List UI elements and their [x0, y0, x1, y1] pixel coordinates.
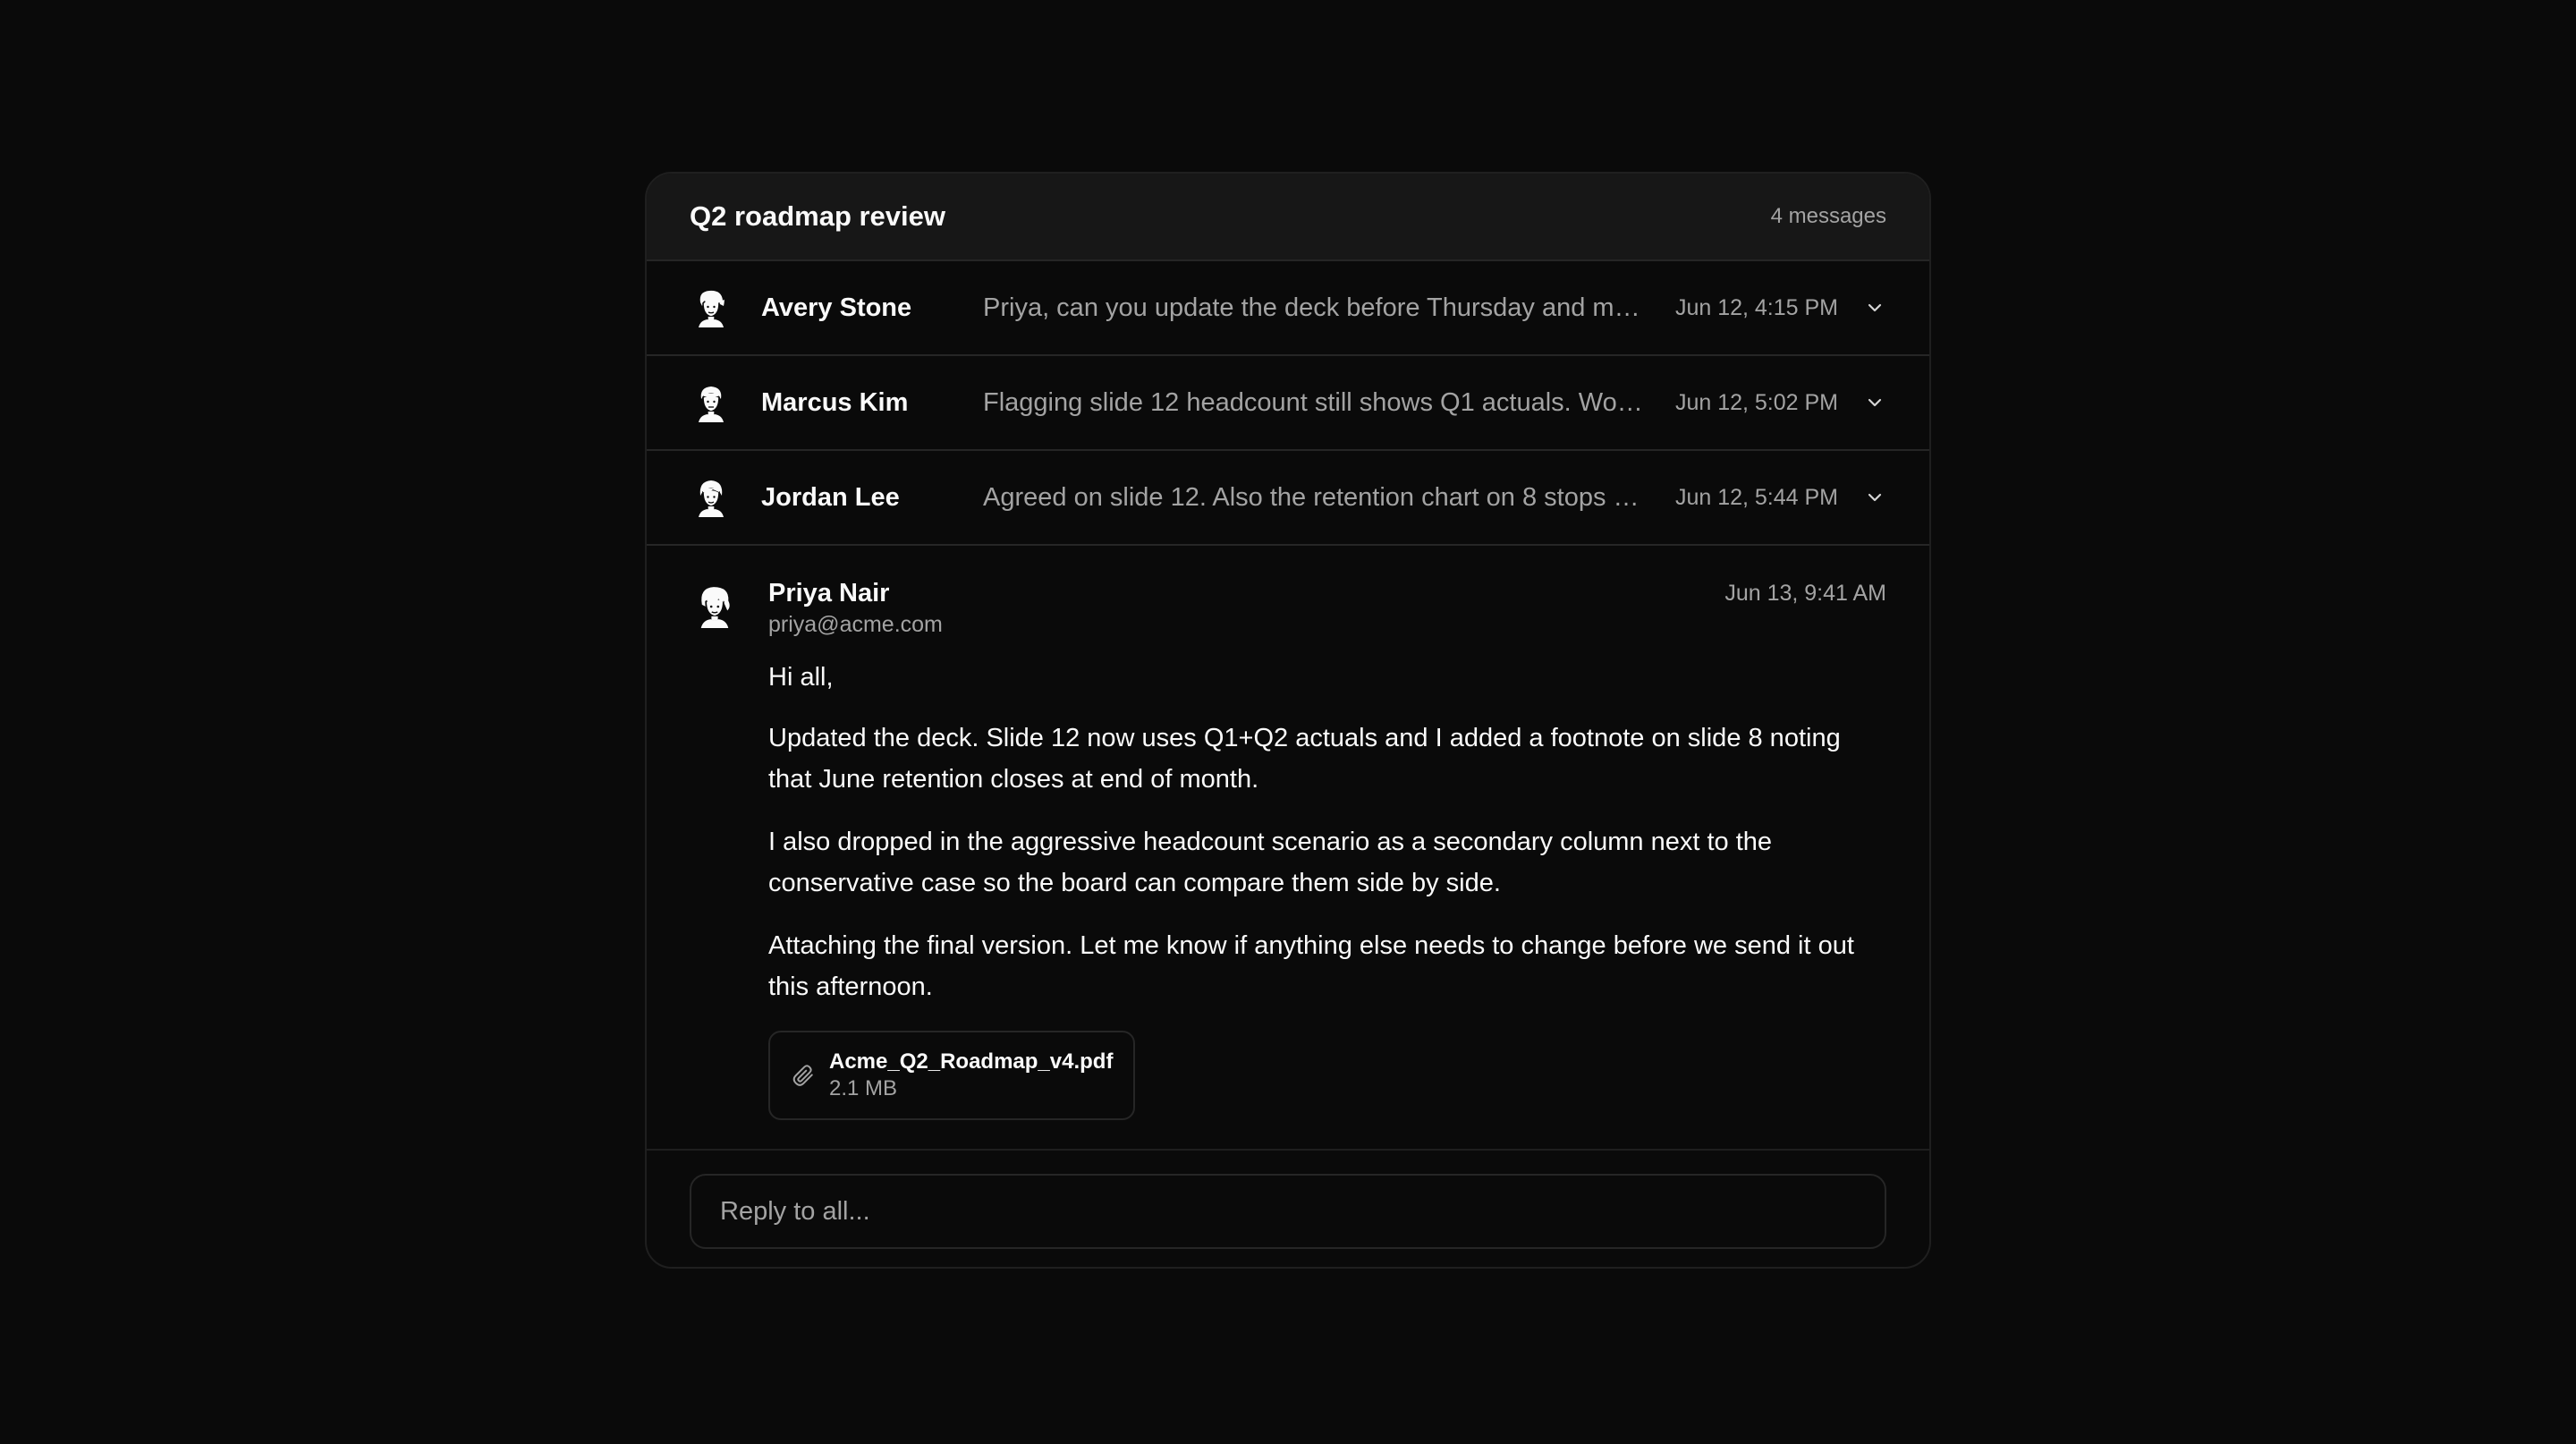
sender-name: Priya Nair: [768, 579, 890, 607]
attachment-card[interactable]: Acme_Q2_Roadmap_v4.pdf 2.1 MB: [768, 1031, 1135, 1120]
body-paragraph: I also dropped in the aggressive headcou…: [768, 828, 1773, 897]
attachment-info: Acme_Q2_Roadmap_v4.pdf 2.1 MB: [829, 1049, 1113, 1102]
message-timestamp: Jun 12, 5:02 PM: [1674, 389, 1838, 415]
avatar: [690, 476, 733, 519]
attachment-name: Acme_Q2_Roadmap_v4.pdf: [829, 1049, 1114, 1074]
message-snippet: Flagging slide 12 headcount still shows …: [983, 387, 1652, 417]
message-snippet: Priya, can you update the deck before Th…: [983, 293, 1652, 322]
sender-name: Marcus Kim: [761, 387, 909, 417]
email-thread: Q2 roadmap review 4 messages Avery Stone…: [645, 172, 1931, 1269]
sender-name: Avery Stone: [761, 293, 912, 322]
message-timestamp: Jun 12, 4:15 PM: [1674, 294, 1838, 320]
sender-block: Priya Nair priya@acme.com: [768, 576, 943, 639]
paperclip-icon: [792, 1062, 815, 1089]
message-body: Hi all, Updated the deck. Slide 12 now u…: [768, 657, 1868, 1120]
reply-input[interactable]: [690, 1174, 1886, 1249]
thread-title: Q2 roadmap review: [690, 200, 946, 232]
message-timestamp: Jun 13, 9:41 AM: [1724, 581, 1886, 606]
body-paragraph: Attaching the final version. Let me know…: [768, 931, 1854, 1001]
collapsed-message[interactable]: Jordan Lee Agreed on slide 12. Also the …: [647, 451, 1929, 546]
expanded-message: Priya Nair priya@acme.com Jun 13, 9:41 A…: [647, 546, 1929, 1151]
body-greeting: Hi all,: [768, 663, 834, 692]
reply-area: [647, 1151, 1929, 1249]
message-count: 4 messages: [1770, 204, 1886, 228]
sender-email[interactable]: priya@acme.com: [768, 610, 943, 639]
avatar: [693, 585, 736, 628]
avatar: [690, 381, 733, 424]
collapsed-message[interactable]: Avery Stone Priya, can you update the de…: [647, 261, 1929, 356]
message-header: Priya Nair priya@acme.com Jun 13, 9:41 A…: [768, 576, 1886, 639]
collapsed-message[interactable]: Marcus Kim Flagging slide 12 headcount s…: [647, 356, 1929, 451]
sender-name: Jordan Lee: [761, 482, 900, 512]
body-paragraph: Updated the deck. Slide 12 now uses Q1+Q…: [768, 724, 1841, 794]
message-timestamp: Jun 12, 5:44 PM: [1674, 484, 1838, 510]
chevron-down-icon[interactable]: [1863, 296, 1886, 319]
chevron-down-icon[interactable]: [1863, 391, 1886, 414]
thread-header: Q2 roadmap review 4 messages: [647, 174, 1929, 261]
chevron-down-icon[interactable]: [1863, 486, 1886, 509]
attachment-size: 2.1 MB: [829, 1076, 898, 1100]
avatar: [690, 286, 733, 329]
message-snippet: Agreed on slide 12. Also the retention c…: [983, 482, 1652, 512]
